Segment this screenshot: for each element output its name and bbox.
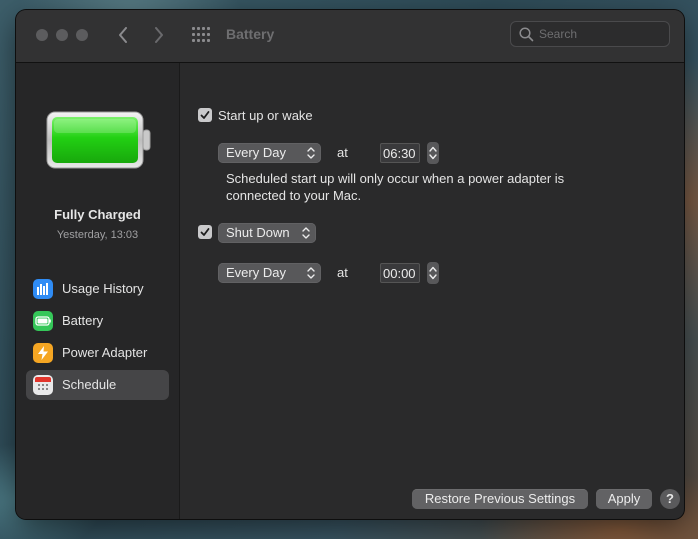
schedule-pane: Start up or wake Every Day at 06:30 Sche… — [180, 63, 684, 519]
shutdown-at-label: at — [337, 265, 348, 280]
startup-frequency-value: Every Day — [226, 145, 286, 160]
startup-checkbox[interactable] — [198, 108, 212, 122]
startup-time-stepper[interactable] — [427, 142, 439, 164]
shutdown-time-stepper[interactable] — [427, 262, 439, 284]
lightning-icon — [33, 343, 53, 363]
battery-icon — [33, 311, 53, 331]
back-button[interactable] — [112, 24, 134, 46]
apply-button[interactable]: Apply — [596, 489, 652, 509]
calendar-icon — [33, 375, 53, 395]
sidebar: Fully Charged Yesterday, 13:03 Usage His… — [16, 63, 180, 519]
startup-label: Start up or wake — [218, 108, 313, 123]
sidebar-item-usage-history[interactable]: Usage History — [26, 274, 169, 304]
chevron-left-icon — [119, 27, 127, 43]
sidebar-item-power-adapter[interactable]: Power Adapter — [26, 338, 169, 368]
close-button[interactable] — [36, 29, 48, 41]
sidebar-item-label: Schedule — [62, 377, 117, 392]
charge-status-time: Yesterday, 13:03 — [56, 229, 139, 241]
checkmark-icon — [200, 228, 210, 236]
chevron-right-icon — [155, 27, 163, 43]
updown-arrows-icon — [302, 227, 310, 239]
search-icon — [519, 27, 534, 42]
sidebar-item-schedule[interactable]: Schedule — [26, 370, 169, 400]
startup-frequency-select[interactable]: Every Day — [218, 143, 321, 163]
shutdown-time-value: 00:00 — [383, 266, 416, 281]
minimize-button[interactable] — [56, 29, 68, 41]
shutdown-frequency-select[interactable]: Every Day — [218, 263, 321, 283]
startup-time-field[interactable]: 06:30 — [380, 143, 420, 163]
startup-time-value: 06:30 — [383, 146, 416, 161]
show-all-grid-icon[interactable] — [192, 27, 210, 43]
shutdown-action-value: Shut Down — [226, 225, 290, 240]
stepper-arrows-icon — [429, 266, 437, 280]
forward-button[interactable] — [148, 24, 170, 46]
shutdown-frequency-value: Every Day — [226, 265, 286, 280]
search-field[interactable] — [510, 21, 670, 47]
updown-arrows-icon — [307, 147, 315, 159]
restore-settings-button[interactable]: Restore Previous Settings — [412, 489, 588, 509]
checkmark-icon — [200, 111, 210, 119]
title-bar: Battery — [16, 10, 684, 63]
shutdown-time-field[interactable]: 00:00 — [380, 263, 420, 283]
sidebar-item-battery[interactable]: Battery — [26, 306, 169, 336]
updown-arrows-icon — [307, 267, 315, 279]
startup-at-label: at — [337, 145, 348, 160]
window-title: Battery — [226, 26, 275, 42]
battery-full-icon — [46, 111, 151, 169]
charge-status-title: Fully Charged — [54, 207, 141, 222]
shutdown-action-select[interactable]: Shut Down — [218, 223, 316, 243]
sidebar-item-label: Power Adapter — [62, 345, 148, 360]
shutdown-checkbox[interactable] — [198, 225, 212, 239]
startup-note: Scheduled start up will only occur when … — [226, 171, 565, 203]
stepper-arrows-icon — [429, 146, 437, 160]
bar-chart-icon — [33, 279, 53, 299]
preferences-window: Battery Fully Charged Yes — [16, 10, 684, 519]
sidebar-item-label: Battery — [62, 313, 104, 328]
zoom-button[interactable] — [76, 29, 88, 41]
search-input[interactable] — [539, 26, 659, 42]
sidebar-item-label: Usage History — [62, 281, 144, 296]
help-button[interactable]: ? — [660, 489, 680, 509]
